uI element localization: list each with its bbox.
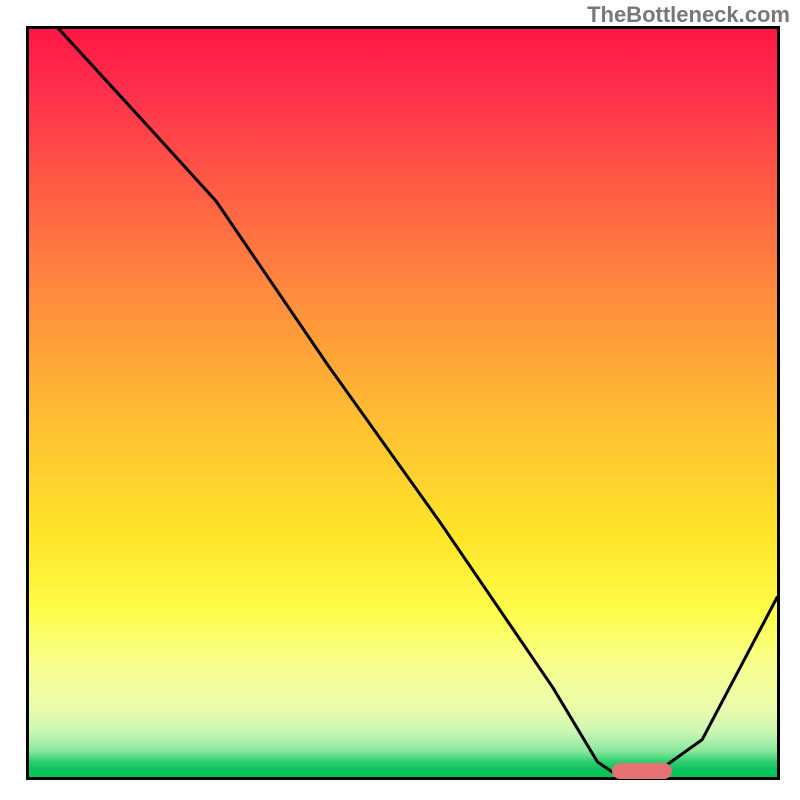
plot-area <box>26 26 780 780</box>
optimal-range-marker <box>612 763 672 779</box>
bottleneck-curve <box>29 29 777 777</box>
watermark-text: TheBottleneck.com <box>587 2 790 28</box>
